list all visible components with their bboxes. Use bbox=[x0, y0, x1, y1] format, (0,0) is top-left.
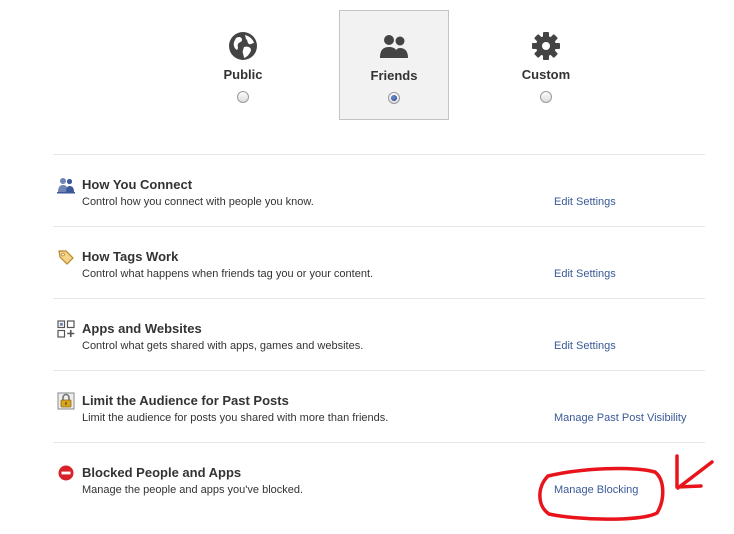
audience-friends-radio[interactable] bbox=[388, 92, 400, 104]
divider bbox=[53, 370, 705, 371]
audience-custom-radio[interactable] bbox=[540, 91, 552, 103]
section-title: Blocked People and Apps bbox=[82, 465, 242, 480]
divider bbox=[53, 442, 705, 443]
edit-settings-link[interactable]: Edit Settings bbox=[554, 196, 616, 208]
section-description: Limit the audience for posts you shared … bbox=[82, 412, 389, 424]
audience-public-radio[interactable] bbox=[237, 91, 249, 103]
section-limit-past-posts: Limit the Audience for Past Posts Limit … bbox=[53, 390, 705, 462]
audience-public[interactable]: Public bbox=[188, 10, 298, 120]
edit-settings-link[interactable]: Edit Settings bbox=[554, 340, 616, 352]
section-description: Manage the people and apps you've blocke… bbox=[82, 484, 304, 496]
audience-friends-label: Friends bbox=[370, 68, 418, 83]
section-blocked-people-and-apps: Blocked People and Apps Manage the peopl… bbox=[53, 462, 705, 534]
globe-icon bbox=[229, 32, 257, 60]
section-title: Limit the Audience for Past Posts bbox=[82, 393, 289, 408]
section-how-you-connect: How You Connect Control how you connect … bbox=[53, 174, 705, 246]
audience-custom[interactable]: Custom bbox=[491, 10, 601, 120]
lock-icon bbox=[57, 392, 75, 410]
edit-settings-link[interactable]: Edit Settings bbox=[554, 268, 616, 280]
section-title: How Tags Work bbox=[82, 249, 179, 264]
divider bbox=[53, 298, 705, 299]
section-how-tags-work: How Tags Work Control what happens when … bbox=[53, 246, 705, 318]
audience-friends[interactable]: Friends bbox=[339, 10, 449, 120]
manage-past-post-visibility-link[interactable]: Manage Past Post Visibility bbox=[554, 412, 686, 424]
manage-blocking-link[interactable]: Manage Blocking bbox=[554, 484, 638, 496]
section-description: Control what happens when friends tag yo… bbox=[82, 268, 374, 280]
section-title: Apps and Websites bbox=[82, 321, 202, 336]
tag-icon bbox=[58, 250, 74, 265]
audience-custom-label: Custom bbox=[521, 67, 571, 82]
section-title: How You Connect bbox=[82, 177, 193, 192]
block-icon bbox=[58, 465, 74, 481]
audience-public-label: Public bbox=[223, 67, 263, 82]
section-apps-and-websites: Apps and Websites Control what gets shar… bbox=[53, 318, 705, 390]
people-icon bbox=[57, 178, 75, 194]
divider bbox=[53, 226, 705, 227]
apps-icon bbox=[57, 320, 75, 338]
gear-icon bbox=[532, 32, 560, 60]
section-description: Control how you connect with people you … bbox=[82, 196, 314, 208]
divider bbox=[53, 154, 705, 155]
section-description: Control what gets shared with apps, game… bbox=[82, 340, 364, 352]
friends-icon bbox=[380, 35, 408, 58]
